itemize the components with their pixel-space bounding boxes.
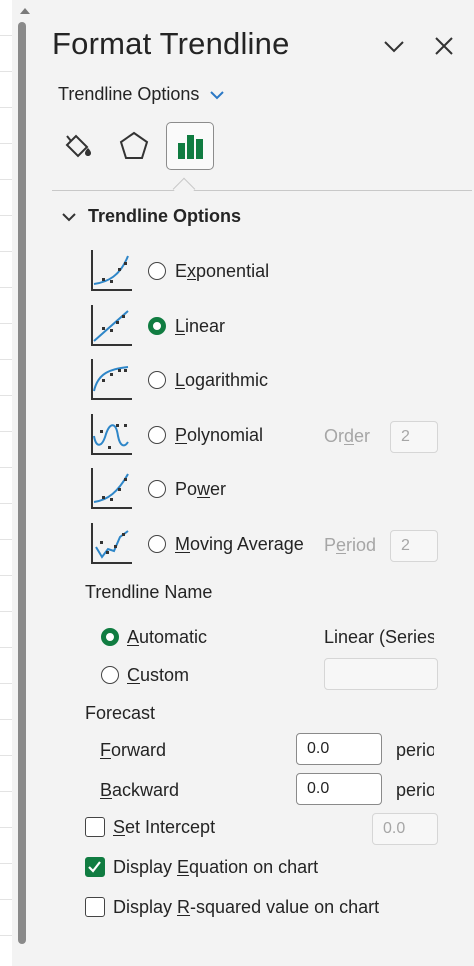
close-icon[interactable] xyxy=(432,34,456,58)
trendline-type-row[interactable]: Power xyxy=(88,466,472,516)
display-r-squared-checkbox[interactable] xyxy=(85,897,105,917)
trendline-type-radio[interactable] xyxy=(148,480,166,498)
trendline-options-dropdown[interactable]: Trendline Options xyxy=(58,84,225,105)
fill-line-icon xyxy=(65,134,91,158)
trendline-type-label[interactable]: Exponential xyxy=(175,261,269,282)
trendline-type-radio[interactable] xyxy=(148,426,166,444)
trendline-options-tab[interactable] xyxy=(166,122,214,170)
backward-unit: periods xyxy=(396,780,434,800)
format-trendline-pane: Format Trendline Trendline Options Trend… xyxy=(38,0,474,966)
forward-input[interactable]: 0.0 xyxy=(296,733,382,765)
section-title: Trendline Options xyxy=(88,206,242,226)
backward-input[interactable]: 0.0 xyxy=(296,773,382,805)
pane-tabs xyxy=(54,118,474,190)
trendline-options-dropdown-label: Trendline Options xyxy=(58,84,200,104)
checkmark-icon xyxy=(88,861,101,873)
automatic-name-value: Linear (Series1) xyxy=(324,627,434,647)
tabs-divider xyxy=(52,190,472,191)
trendline-type-radio[interactable] xyxy=(148,371,166,389)
display-equation-checkbox[interactable] xyxy=(85,857,105,877)
exponential-trend-icon[interactable] xyxy=(88,248,134,294)
trendline-type-label[interactable]: Moving Average xyxy=(175,534,304,555)
forward-unit: periods xyxy=(396,740,434,760)
scrollbar-thumb[interactable] xyxy=(18,22,26,944)
trendline-type-row[interactable]: Exponential xyxy=(88,248,472,298)
vertical-scrollbar[interactable] xyxy=(12,0,38,966)
pane-title: Format Trendline xyxy=(52,26,290,61)
linear-trend-icon[interactable] xyxy=(88,303,134,349)
period-label: Period xyxy=(324,535,377,555)
trendline-options-section-header[interactable]: Trendline Options xyxy=(62,206,241,227)
scroll-up-arrow-icon[interactable] xyxy=(20,8,30,14)
trendline-type-label[interactable]: Linear xyxy=(175,316,225,337)
custom-label[interactable]: Custom xyxy=(127,665,189,686)
forecast-heading: Forecast xyxy=(85,703,156,723)
display-equation-label[interactable]: Display Equation on chart xyxy=(113,857,318,878)
trendline-type-row[interactable]: Logarithmic xyxy=(88,357,472,407)
automatic-label[interactable]: Automatic xyxy=(127,627,207,648)
chevron-down-icon xyxy=(210,90,225,99)
order-spinner[interactable]: 2 xyxy=(390,421,438,453)
custom-name-input[interactable] xyxy=(324,658,438,690)
trendline-type-label[interactable]: Logarithmic xyxy=(175,370,268,391)
polynomial-trend-icon[interactable] xyxy=(88,412,134,458)
display-r-squared-label[interactable]: Display R-squared value on chart xyxy=(113,897,379,918)
automatic-radio[interactable] xyxy=(101,628,119,646)
set-intercept-label[interactable]: Set Intercept xyxy=(113,817,215,838)
period-spinner[interactable]: 2 xyxy=(390,530,438,562)
set-intercept-checkbox[interactable] xyxy=(85,817,105,837)
fill-line-tab[interactable] xyxy=(54,122,102,170)
order-label: Order xyxy=(324,426,371,446)
trendline-type-radio[interactable] xyxy=(148,262,166,280)
effects-pentagon-icon xyxy=(119,131,149,159)
custom-radio[interactable] xyxy=(101,666,119,684)
backward-label: Backward xyxy=(100,780,180,800)
trendline-options-bar-chart-icon xyxy=(178,135,203,159)
forward-label: Forward xyxy=(100,740,167,760)
trendline-type-row[interactable]: Linear xyxy=(88,303,472,353)
trendline-type-label[interactable]: Polynomial xyxy=(175,425,263,446)
power-trend-icon[interactable] xyxy=(88,466,134,512)
chevron-down-icon xyxy=(62,212,76,221)
trendline-type-radio[interactable] xyxy=(148,535,166,553)
logarithmic-trend-icon[interactable] xyxy=(88,357,134,403)
effects-tab[interactable] xyxy=(110,122,158,170)
trendline-type-label[interactable]: Power xyxy=(175,479,226,500)
trendline-name-heading: Trendline Name xyxy=(85,582,213,602)
worksheet-edge xyxy=(0,0,12,966)
trendline-type-radio[interactable] xyxy=(148,317,166,335)
chevron-down-icon[interactable] xyxy=(382,34,406,58)
set-intercept-input[interactable]: 0.0 xyxy=(372,813,438,845)
moving-average-trend-icon[interactable] xyxy=(88,521,134,567)
